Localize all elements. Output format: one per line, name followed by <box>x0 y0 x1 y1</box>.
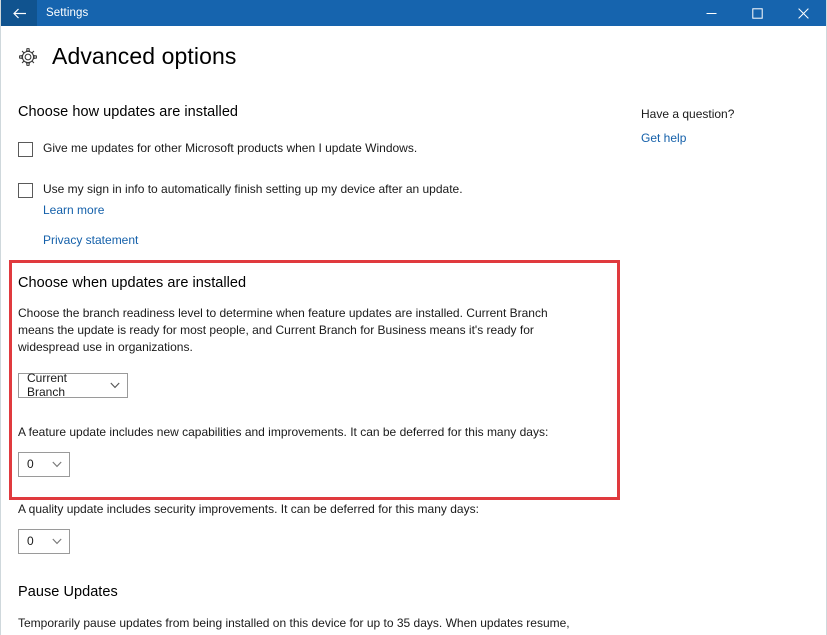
minimize-icon <box>706 8 717 19</box>
content-column: Choose how updates are installed Give me… <box>1 104 641 635</box>
install-section-heading: Choose how updates are installed <box>18 104 239 120</box>
close-button[interactable] <box>780 0 826 26</box>
checkbox-sign-in-info-label: Use my sign in info to automatically fin… <box>43 182 463 196</box>
branch-dropdown-row: Current Branch <box>1 369 641 400</box>
quality-update-description: A quality update includes security impro… <box>18 501 479 516</box>
branch-readiness-dropdown[interactable]: Current Branch <box>18 371 128 400</box>
maximize-icon <box>751 7 763 19</box>
maximize-button[interactable] <box>734 0 780 26</box>
settings-window: Settings Advanced options Have a questio… <box>0 0 827 635</box>
page-header: Advanced options <box>1 26 826 69</box>
titlebar-drag-region <box>88 0 688 26</box>
quality-update-defer-dropdown[interactable]: 0 <box>18 528 70 554</box>
back-button[interactable] <box>1 0 37 26</box>
chevron-down-icon <box>110 382 120 389</box>
privacy-statement-link[interactable]: Privacy statement <box>43 233 138 247</box>
page-title: Advanced options <box>52 43 237 69</box>
learn-more-row: Learn more <box>1 201 641 219</box>
feature-update-description: A feature update includes new capabiliti… <box>18 424 549 439</box>
chevron-down-icon <box>52 538 62 545</box>
help-pane: Have a question? Get help <box>641 107 816 147</box>
feature-update-defer-dropdown[interactable]: 0 <box>18 451 70 477</box>
branch-readiness-value: Current Branch <box>27 371 68 400</box>
page-body: Advanced options Have a question? Get he… <box>1 26 826 635</box>
branch-readiness-description: Choose the branch readiness level to det… <box>18 306 548 355</box>
pause-section-heading: Pause Updates <box>18 583 118 600</box>
chevron-down-icon <box>52 461 62 468</box>
quality-update-defer-value: 0 <box>27 534 34 549</box>
back-arrow-icon <box>12 7 27 20</box>
title-bar: Settings <box>1 0 826 26</box>
checkbox-row-sign-in-info[interactable]: Use my sign in info to automatically fin… <box>1 182 641 198</box>
pause-description: Temporarily pause updates from being ins… <box>18 615 570 635</box>
help-question: Have a question? <box>641 107 735 121</box>
checkbox-microsoft-products[interactable] <box>18 142 33 157</box>
minimize-button[interactable] <box>688 0 734 26</box>
quality-dropdown-row: 0 <box>1 528 641 554</box>
feature-update-defer-value: 0 <box>27 457 34 472</box>
privacy-statement-row: Privacy statement <box>1 231 641 249</box>
gear-icon <box>18 47 38 67</box>
checkbox-row-microsoft-products[interactable]: Give me updates for other Microsoft prod… <box>1 141 641 157</box>
checkbox-microsoft-products-label: Give me updates for other Microsoft prod… <box>43 141 418 155</box>
close-icon <box>797 7 809 19</box>
learn-more-link[interactable]: Learn more <box>43 203 104 217</box>
checkbox-sign-in-info[interactable] <box>18 183 33 198</box>
get-help-link[interactable]: Get help <box>641 131 686 145</box>
feature-dropdown-row: 0 <box>1 451 641 477</box>
window-controls <box>688 0 826 26</box>
app-title: Settings <box>46 7 89 19</box>
when-section-heading: Choose when updates are installed <box>18 275 247 291</box>
